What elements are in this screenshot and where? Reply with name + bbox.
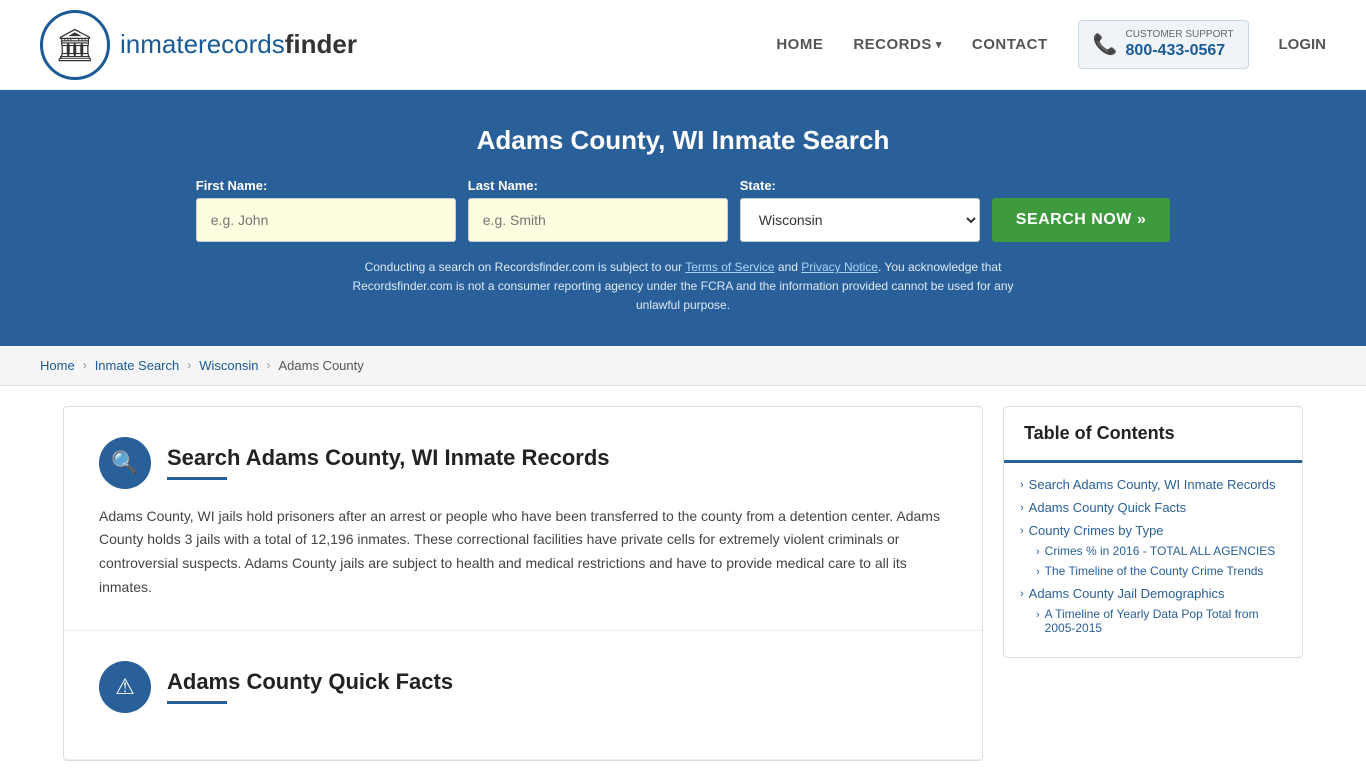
breadcrumb-sep-2: › <box>187 358 191 372</box>
chevron-icon-4: › <box>1020 588 1024 600</box>
section2-underline <box>167 701 227 704</box>
support-text: CUSTOMER SUPPORT 800-433-0567 <box>1126 29 1234 60</box>
section2-title-block: Adams County Quick Facts <box>167 669 453 704</box>
sidebar: Table of Contents › Search Adams County,… <box>1003 406 1303 761</box>
first-name-group: First Name: <box>196 178 456 242</box>
chevron-icon-3: › <box>1020 525 1024 537</box>
chevron-icon-1: › <box>1020 479 1024 491</box>
section-inmate-records: 🔍 Search Adams County, WI Inmate Records… <box>64 407 982 631</box>
nav-records[interactable]: RECORDS ▾ <box>853 36 942 53</box>
toc-item-4: › Adams County Jail Demographics › A Tim… <box>1020 586 1286 635</box>
section2-header: ⚠ Adams County Quick Facts <box>99 661 947 713</box>
first-name-input[interactable] <box>196 198 456 242</box>
toc-label-4: Adams County Jail Demographics <box>1029 586 1225 601</box>
toc-label-1: Search Adams County, WI Inmate Records <box>1029 477 1276 492</box>
chevron-icon-4-1: › <box>1036 609 1040 621</box>
logo-icon: 🏛 <box>40 10 110 80</box>
nav-home[interactable]: HOME <box>776 36 823 53</box>
toc-item-2: › Adams County Quick Facts <box>1020 500 1286 515</box>
section1-underline <box>167 477 227 480</box>
toc-title: Table of Contents <box>1004 407 1302 463</box>
phone-icon: 📞 <box>1093 32 1118 57</box>
disclaimer-text: Conducting a search on Recordsfinder.com… <box>333 258 1033 316</box>
toc-sub-item-4-1: › A Timeline of Yearly Data Pop Total fr… <box>1036 607 1286 635</box>
tos-link[interactable]: Terms of Service <box>685 260 774 274</box>
toc-sub-4: › A Timeline of Yearly Data Pop Total fr… <box>1036 607 1286 635</box>
toc-sub-item-3-1: › Crimes % in 2016 - TOTAL ALL AGENCIES <box>1036 544 1286 558</box>
toc-list: › Search Adams County, WI Inmate Records… <box>1004 463 1302 657</box>
toc-item-1: › Search Adams County, WI Inmate Records <box>1020 477 1286 492</box>
toc-sub-label-3-1: Crimes % in 2016 - TOTAL ALL AGENCIES <box>1045 544 1276 558</box>
chevron-icon-3-2: › <box>1036 566 1040 578</box>
search-button[interactable]: SEARCH NOW » <box>992 198 1170 242</box>
section1-header: 🔍 Search Adams County, WI Inmate Records <box>99 437 947 489</box>
search-form: First Name: Last Name: State: Wisconsin … <box>40 178 1326 242</box>
main-content: 🔍 Search Adams County, WI Inmate Records… <box>43 406 1323 761</box>
breadcrumb-sep-1: › <box>83 358 87 372</box>
last-name-group: Last Name: <box>468 178 728 242</box>
toc-sub-label-4-1: A Timeline of Yearly Data Pop Total from… <box>1045 607 1286 635</box>
search-banner: Adams County, WI Inmate Search First Nam… <box>0 90 1366 346</box>
privacy-link[interactable]: Privacy Notice <box>801 260 878 274</box>
article: 🔍 Search Adams County, WI Inmate Records… <box>63 406 983 761</box>
toc-link-4[interactable]: › Adams County Jail Demographics <box>1020 586 1286 601</box>
state-group: State: Wisconsin <box>740 178 980 242</box>
support-label: CUSTOMER SUPPORT <box>1126 29 1234 41</box>
last-name-label: Last Name: <box>468 178 538 193</box>
breadcrumb-home[interactable]: Home <box>40 358 75 373</box>
toc-link-2[interactable]: › Adams County Quick Facts <box>1020 500 1286 515</box>
first-name-label: First Name: <box>196 178 268 193</box>
section1-body: Adams County, WI jails hold prisoners af… <box>99 505 947 600</box>
toc-link-1[interactable]: › Search Adams County, WI Inmate Records <box>1020 477 1286 492</box>
toc-label-2: Adams County Quick Facts <box>1029 500 1187 515</box>
building-icon: 🏛 <box>55 26 96 64</box>
state-select[interactable]: Wisconsin <box>740 198 980 242</box>
logo-finder: finder <box>285 29 357 59</box>
toc-sub-label-3-2: The Timeline of the County Crime Trends <box>1045 564 1264 578</box>
chevron-icon-3-1: › <box>1036 546 1040 558</box>
breadcrumb-inner: Home › Inmate Search › Wisconsin › Adams… <box>40 358 1326 373</box>
chevron-icon-2: › <box>1020 502 1024 514</box>
alert-icon: ⚠ <box>99 661 151 713</box>
toc-sub-link-4-1[interactable]: › A Timeline of Yearly Data Pop Total fr… <box>1036 607 1286 635</box>
toc-sub-link-3-2[interactable]: › The Timeline of the County Crime Trend… <box>1036 564 1286 578</box>
section2-title: Adams County Quick Facts <box>167 669 453 695</box>
login-button[interactable]: LOGIN <box>1279 36 1327 53</box>
section1-title-block: Search Adams County, WI Inmate Records <box>167 445 610 480</box>
toc-sub-item-3-2: › The Timeline of the County Crime Trend… <box>1036 564 1286 578</box>
toc-label-3: County Crimes by Type <box>1029 523 1164 538</box>
breadcrumb-current: Adams County <box>278 358 363 373</box>
toc-item-3: › County Crimes by Type › Crimes % in 20… <box>1020 523 1286 578</box>
support-number: 800-433-0567 <box>1126 41 1234 60</box>
section-quick-facts: ⚠ Adams County Quick Facts <box>64 631 982 760</box>
toc-sub-3: › Crimes % in 2016 - TOTAL ALL AGENCIES … <box>1036 544 1286 578</box>
state-label: State: <box>740 178 776 193</box>
breadcrumb-inmate-search[interactable]: Inmate Search <box>95 358 180 373</box>
site-header: 🏛 inmaterecordsfinder HOME RECORDS ▾ CON… <box>0 0 1366 90</box>
toc-sub-link-3-1[interactable]: › Crimes % in 2016 - TOTAL ALL AGENCIES <box>1036 544 1286 558</box>
breadcrumb-wisconsin[interactable]: Wisconsin <box>199 358 258 373</box>
search-icon: 🔍 <box>99 437 151 489</box>
logo-inmate: inmaterecords <box>120 29 285 59</box>
breadcrumb: Home › Inmate Search › Wisconsin › Adams… <box>0 346 1366 386</box>
page-title: Adams County, WI Inmate Search <box>40 125 1326 156</box>
toc-link-3[interactable]: › County Crimes by Type <box>1020 523 1286 538</box>
breadcrumb-sep-3: › <box>266 358 270 372</box>
chevron-down-icon: ▾ <box>936 38 942 51</box>
main-nav: HOME RECORDS ▾ CONTACT 📞 CUSTOMER SUPPOR… <box>776 20 1326 69</box>
toc-box: Table of Contents › Search Adams County,… <box>1003 406 1303 658</box>
nav-contact[interactable]: CONTACT <box>972 36 1048 53</box>
logo-text: inmaterecordsfinder <box>120 29 357 60</box>
customer-support-box: 📞 CUSTOMER SUPPORT 800-433-0567 <box>1078 20 1249 69</box>
logo-area: 🏛 inmaterecordsfinder <box>40 10 357 80</box>
section1-title: Search Adams County, WI Inmate Records <box>167 445 610 471</box>
last-name-input[interactable] <box>468 198 728 242</box>
